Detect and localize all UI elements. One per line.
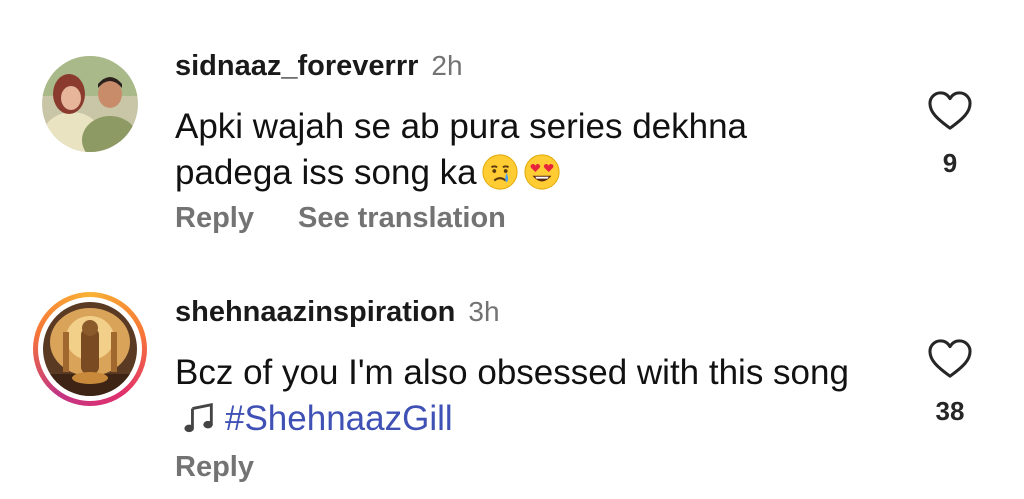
like-count: 38 [935, 396, 965, 426]
username[interactable]: sidnaaz_foreverrr [175, 50, 418, 83]
story-ring[interactable] [33, 292, 147, 406]
comment-text: Bcz of you I'm also obsessed with this s… [175, 350, 855, 442]
see-translation-button[interactable]: See translation [298, 202, 506, 235]
heart-icon[interactable] [927, 338, 973, 380]
comment-actions: Reply [175, 451, 254, 484]
heart-icon[interactable] [927, 90, 973, 132]
comment-header: shehnaazinspiration 3h [175, 296, 500, 329]
like-count: 9 [942, 148, 958, 178]
story-ring-gap [38, 297, 142, 401]
like-section: 9 [925, 90, 975, 179]
avatar [43, 302, 137, 396]
timestamp: 2h [431, 50, 463, 81]
timestamp: 3h [468, 296, 500, 327]
avatar-photo [42, 56, 138, 152]
comment-item: sidnaaz_foreverrr 2h Apki wajah se ab pu… [0, 0, 1024, 260]
comment-item: shehnaazinspiration 3h Bcz of you I'm al… [0, 262, 1024, 499]
comment-body: Bcz of you I'm also obsessed with this s… [175, 353, 849, 392]
comment-text: Apki wajah se ab pura series dekhna pade… [175, 104, 855, 196]
comment-header: sidnaaz_foreverrr 2h [175, 50, 463, 83]
reply-button[interactable]: Reply [175, 451, 254, 484]
avatar-photo [43, 302, 137, 396]
heart-eyes-face-icon [524, 154, 560, 190]
hashtag-link[interactable]: #ShehnaazGill [225, 399, 453, 438]
comment-actions: Reply See translation [175, 202, 506, 235]
reply-button[interactable]: Reply [175, 202, 254, 235]
username[interactable]: shehnaazinspiration [175, 296, 455, 329]
comment-body: Apki wajah se ab pura series dekhna pade… [175, 107, 748, 192]
musical-note-icon [184, 403, 213, 433]
crying-face-icon [482, 154, 518, 190]
like-section: 38 [925, 338, 975, 427]
avatar[interactable] [42, 56, 138, 152]
